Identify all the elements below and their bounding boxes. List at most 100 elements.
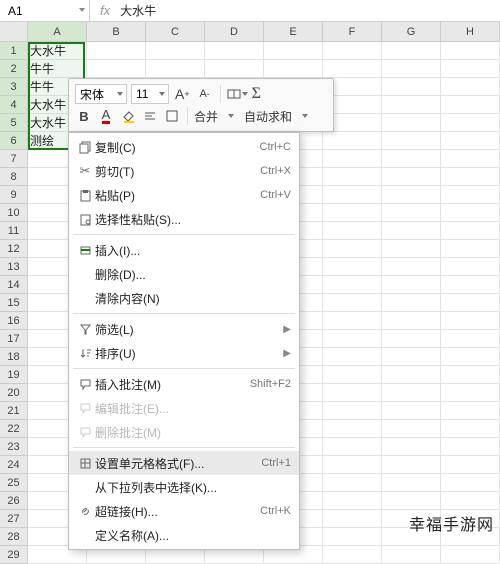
cell[interactable]: [382, 438, 441, 456]
cell[interactable]: [441, 438, 500, 456]
row-header[interactable]: 1: [0, 42, 28, 60]
row-header[interactable]: 20: [0, 384, 28, 402]
row-header[interactable]: 7: [0, 150, 28, 168]
cell[interactable]: [323, 366, 382, 384]
row-header[interactable]: 23: [0, 438, 28, 456]
cell[interactable]: [441, 78, 500, 96]
row-header[interactable]: 22: [0, 420, 28, 438]
row-header[interactable]: 2: [0, 60, 28, 78]
row-header[interactable]: 8: [0, 168, 28, 186]
increase-font-button[interactable]: A+: [173, 84, 192, 104]
merge-cells-button[interactable]: [227, 87, 248, 101]
cell[interactable]: [441, 546, 500, 564]
cell[interactable]: [441, 384, 500, 402]
menu-paste-special[interactable]: 选择性粘贴(S)...: [69, 207, 299, 231]
cell[interactable]: [323, 132, 382, 150]
column-header[interactable]: B: [87, 22, 146, 41]
menu-cut[interactable]: ✂ 剪切(T) Ctrl+X: [69, 159, 299, 183]
cell[interactable]: [441, 276, 500, 294]
merge-dropdown[interactable]: [222, 106, 240, 126]
cell[interactable]: [382, 348, 441, 366]
row-header[interactable]: 10: [0, 204, 28, 222]
decrease-font-button[interactable]: A-: [196, 84, 214, 104]
bold-button[interactable]: B: [75, 106, 93, 126]
menu-clear[interactable]: 清除内容(N): [69, 286, 299, 310]
cell[interactable]: [382, 132, 441, 150]
font-size-select[interactable]: 11: [131, 84, 169, 104]
cell[interactable]: [382, 60, 441, 78]
formula-bar-value[interactable]: 大水牛: [120, 2, 156, 19]
cell[interactable]: [382, 384, 441, 402]
cell[interactable]: [441, 60, 500, 78]
cell[interactable]: [382, 492, 441, 510]
cell[interactable]: [323, 222, 382, 240]
column-header[interactable]: G: [382, 22, 441, 41]
cell[interactable]: [441, 366, 500, 384]
cell[interactable]: [323, 330, 382, 348]
menu-sort[interactable]: 排序(U) ▶: [69, 341, 299, 365]
cell[interactable]: [382, 168, 441, 186]
cell[interactable]: [323, 168, 382, 186]
row-header[interactable]: 25: [0, 474, 28, 492]
row-header[interactable]: 5: [0, 114, 28, 132]
cell[interactable]: [441, 96, 500, 114]
select-all-corner[interactable]: [0, 22, 28, 41]
cell[interactable]: [441, 150, 500, 168]
row-header[interactable]: 13: [0, 258, 28, 276]
cell[interactable]: [441, 42, 500, 60]
cell[interactable]: [264, 42, 323, 60]
cell[interactable]: [441, 132, 500, 150]
cell[interactable]: [382, 186, 441, 204]
cell[interactable]: [87, 42, 146, 60]
cell[interactable]: [441, 348, 500, 366]
menu-define-name[interactable]: 定义名称(A)...: [69, 523, 299, 547]
row-header[interactable]: 21: [0, 402, 28, 420]
menu-paste[interactable]: 粘贴(P) Ctrl+V: [69, 183, 299, 207]
borders-button[interactable]: [163, 106, 181, 126]
cell[interactable]: [441, 402, 500, 420]
cell[interactable]: [382, 474, 441, 492]
cell[interactable]: [441, 114, 500, 132]
cell[interactable]: [146, 42, 205, 60]
name-box[interactable]: A1: [0, 0, 90, 21]
row-header[interactable]: 6: [0, 132, 28, 150]
cell[interactable]: [323, 204, 382, 222]
row-header[interactable]: 27: [0, 510, 28, 528]
menu-copy[interactable]: 复制(C) Ctrl+C: [69, 135, 299, 159]
cell[interactable]: [87, 60, 146, 78]
row-header[interactable]: 16: [0, 312, 28, 330]
cell[interactable]: 大水牛: [28, 42, 87, 60]
cell[interactable]: [323, 60, 382, 78]
cell[interactable]: [441, 240, 500, 258]
cell[interactable]: [441, 474, 500, 492]
cell[interactable]: [382, 456, 441, 474]
column-header[interactable]: E: [264, 22, 323, 41]
cell[interactable]: [441, 294, 500, 312]
row-header[interactable]: 9: [0, 186, 28, 204]
cell[interactable]: [323, 186, 382, 204]
cell[interactable]: [323, 510, 382, 528]
cell[interactable]: [441, 492, 500, 510]
autosum-button[interactable]: Σ: [252, 85, 261, 103]
cell[interactable]: [323, 42, 382, 60]
cell[interactable]: [441, 222, 500, 240]
menu-format-cells[interactable]: 设置单元格格式(F)... Ctrl+1: [69, 451, 299, 475]
cell[interactable]: [382, 546, 441, 564]
cell[interactable]: [441, 204, 500, 222]
cell[interactable]: 牛牛: [28, 60, 87, 78]
cell[interactable]: [323, 348, 382, 366]
cell[interactable]: [382, 42, 441, 60]
row-header[interactable]: 29: [0, 546, 28, 564]
cell[interactable]: [382, 114, 441, 132]
menu-delete[interactable]: 删除(D)...: [69, 262, 299, 286]
cell[interactable]: [323, 312, 382, 330]
row-header[interactable]: 18: [0, 348, 28, 366]
menu-hyperlink[interactable]: 超链接(H)... Ctrl+K: [69, 499, 299, 523]
cell[interactable]: [323, 294, 382, 312]
cell[interactable]: [441, 312, 500, 330]
row-header[interactable]: 26: [0, 492, 28, 510]
column-header[interactable]: H: [441, 22, 500, 41]
cell[interactable]: [382, 150, 441, 168]
column-header[interactable]: F: [323, 22, 382, 41]
cell[interactable]: [323, 546, 382, 564]
